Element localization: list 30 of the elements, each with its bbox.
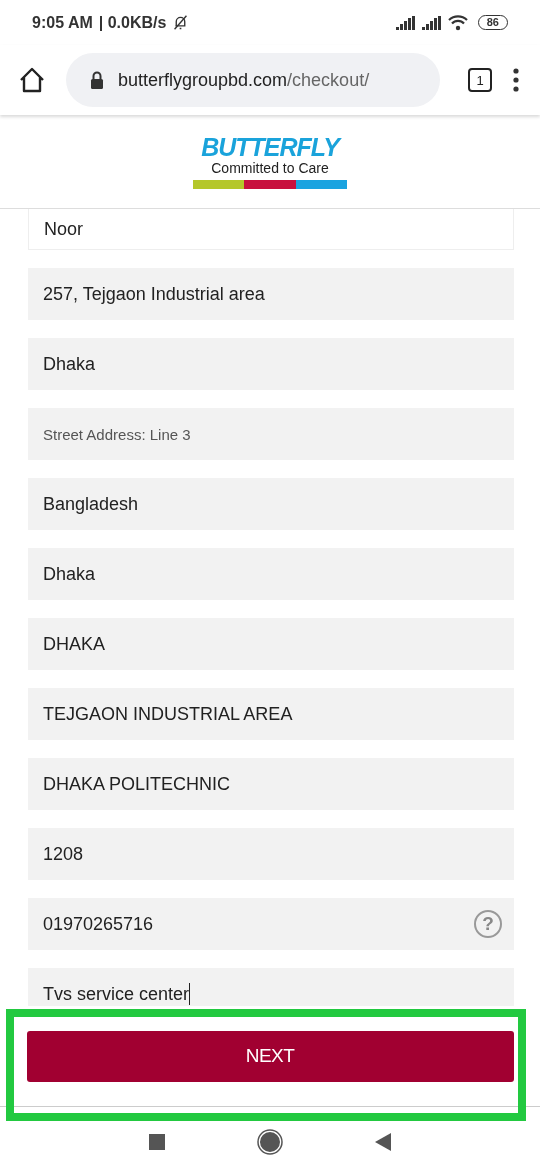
input-field[interactable]: TEJGAON INDUSTRIAL AREA — [28, 688, 514, 740]
input-field[interactable]: Noor — [28, 209, 514, 250]
input-field[interactable]: DHAKA POLITECHNIC — [28, 758, 514, 810]
input-field[interactable]: 257, Tejgaon Industrial area — [28, 268, 514, 320]
url-text: butterflygroupbd.com/checkout/ — [118, 69, 370, 91]
next-button[interactable]: NEXT — [26, 1030, 514, 1082]
input-field[interactable]: Bangladesh — [28, 478, 514, 530]
wifi-icon — [447, 14, 468, 31]
recents-icon[interactable] — [149, 1133, 165, 1150]
input-field[interactable]: 1208 — [28, 828, 514, 880]
text-cursor — [189, 983, 191, 1005]
address-bar[interactable]: butterflygroupbd.com/checkout/ — [66, 53, 440, 107]
network-speed: | 0.0KB/s — [98, 13, 167, 32]
lock-icon — [90, 71, 104, 89]
home-icon[interactable] — [18, 67, 46, 93]
input-field[interactable]: DHAKA — [28, 618, 514, 670]
input-field[interactable]: 01970265716 ? — [28, 898, 514, 950]
signal-icon — [395, 15, 416, 30]
brand-logo: BUTTERFLY Committed to Care — [193, 134, 347, 189]
status-time: 9:05 AM — [32, 13, 93, 32]
input-field[interactable]: Dhaka — [28, 548, 514, 600]
input-field[interactable]: Dhaka — [28, 338, 514, 390]
menu-icon[interactable] — [512, 68, 520, 92]
signal-icon — [421, 15, 442, 30]
back-icon[interactable] — [375, 1132, 391, 1151]
input-field[interactable]: Street Address: Line 3 — [28, 408, 514, 460]
tab-count-button[interactable]: 1 — [468, 68, 492, 92]
muted-bell-icon — [172, 14, 190, 31]
input-field[interactable]: Tvs service center — [28, 968, 514, 1006]
home-circle-icon[interactable] — [257, 1128, 283, 1155]
